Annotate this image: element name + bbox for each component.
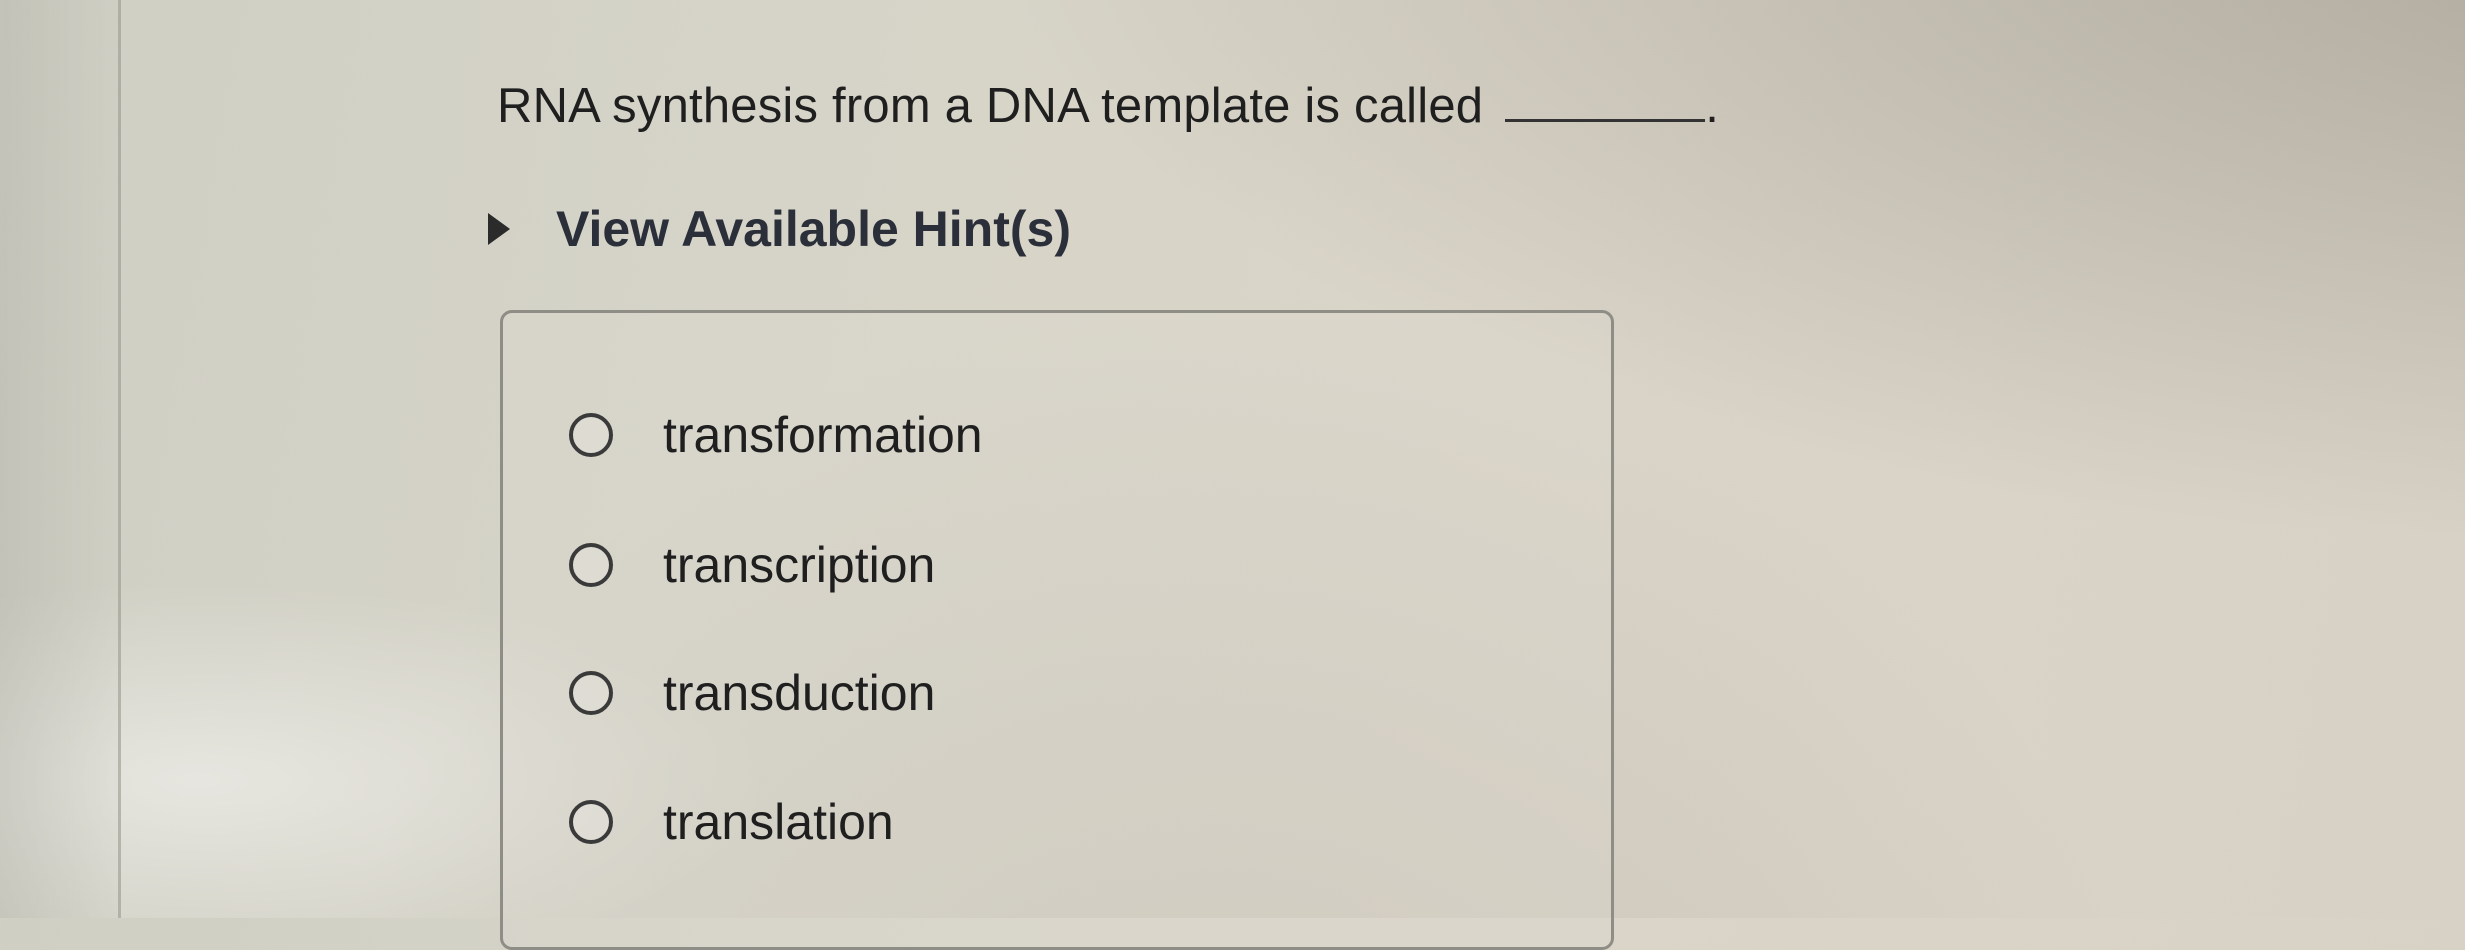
caret-right-icon	[488, 213, 510, 245]
answer-blank	[1505, 81, 1706, 122]
option-label: transcription	[663, 537, 936, 593]
question-text: RNA synthesis from a DNA template is cal…	[497, 79, 1484, 133]
question-prompt: RNA synthesis from a DNA template is cal…	[497, 78, 1719, 134]
option-translation[interactable]: translation	[569, 793, 894, 851]
radio-button-icon[interactable]	[569, 800, 613, 844]
question-end-punct: .	[1705, 79, 1720, 133]
radio-button-icon[interactable]	[569, 413, 613, 457]
radio-button-icon[interactable]	[569, 671, 613, 715]
left-bezel	[0, 0, 121, 918]
option-label: transduction	[663, 665, 936, 721]
option-label: translation	[663, 794, 894, 850]
view-hints-toggle[interactable]: View Available Hint(s)	[488, 200, 1071, 258]
option-transformation[interactable]: transformation	[569, 406, 983, 464]
option-label: transformation	[663, 407, 983, 463]
option-transcription[interactable]: transcription	[569, 536, 935, 594]
answer-options-box: transformation transcription transductio…	[500, 310, 1614, 950]
option-transduction[interactable]: transduction	[569, 664, 935, 722]
radio-button-icon[interactable]	[569, 543, 613, 587]
view-hints-label: View Available Hint(s)	[556, 201, 1071, 257]
